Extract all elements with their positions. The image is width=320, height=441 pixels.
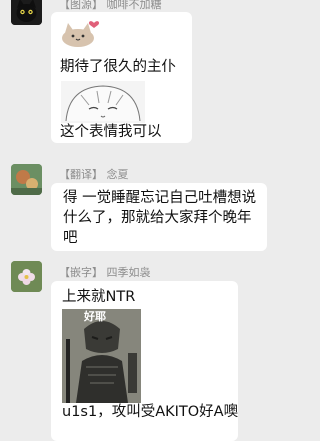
message-bubble[interactable]: 上来就NTR 好耶 u1s1，攻叫受AKITO好A噢: [51, 281, 238, 441]
message-text: 期待了很久的主仆: [60, 59, 176, 75]
avatar[interactable]: [11, 261, 42, 292]
cat-avatar-icon: [11, 0, 42, 25]
message-bubble[interactable]: 期待了很久的主仆 这个表情我可以: [51, 12, 192, 143]
message-text: u1s1，攻叫受AKITO好A噢: [62, 404, 239, 420]
avatar[interactable]: [11, 164, 42, 195]
photo-avatar-icon: [11, 164, 42, 195]
sticker-caption: 好耶: [84, 310, 106, 323]
sender-name: 【翻译】 念夏: [59, 168, 129, 181]
pusheen-sticker-icon: [62, 21, 100, 47]
chat-message: 【翻译】 念夏 得 一觉睡醒忘记自己吐槽想说 什么了，那就给大家拜个晚年 吧: [0, 160, 303, 255]
flower-avatar-icon: [11, 261, 42, 292]
message-text: 上来就NTR: [62, 289, 136, 305]
sender-name: 【图源】 咖啡不加糖: [59, 0, 162, 11]
message-text: 这个表情我可以: [60, 124, 162, 140]
message-text: 得 一觉睡醒忘记自己吐槽想说 什么了，那就给大家拜个晚年 吧: [63, 190, 257, 246]
avatar[interactable]: [11, 0, 42, 25]
sender-name: 【嵌字】 四季如袅: [59, 266, 151, 279]
message-bubble[interactable]: 得 一觉睡醒忘记自己吐槽想说 什么了，那就给大家拜个晚年 吧: [51, 183, 267, 251]
chat-message: 【图源】 咖啡不加糖 期待了很久的主仆 这个表情我可以: [0, 0, 303, 150]
chat-message: 【嵌字】 四季如袅 上来就NTR 好耶 u1s1，攻叫受AKITO好A噢: [0, 258, 303, 441]
manga-sticker-image: [61, 81, 145, 123]
